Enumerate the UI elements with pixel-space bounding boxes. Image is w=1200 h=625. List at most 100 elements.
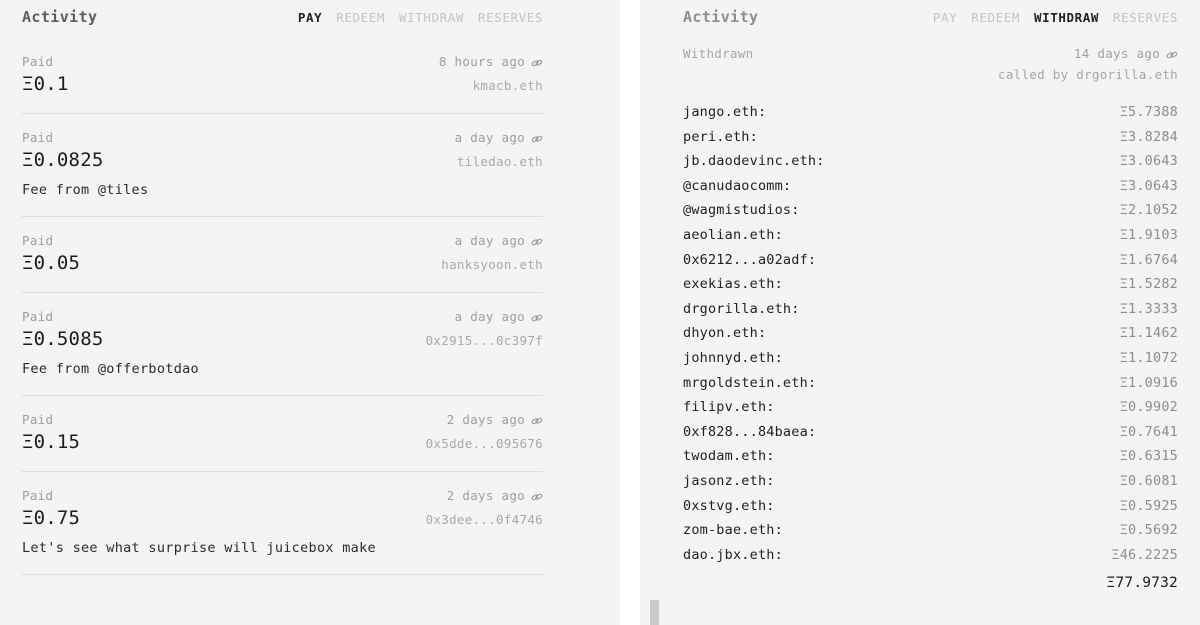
tab-pay[interactable]: PAY bbox=[933, 10, 957, 25]
payout-recipient[interactable]: johnnyd.eth: bbox=[683, 350, 783, 366]
payout-recipient[interactable]: twodam.eth: bbox=[683, 448, 775, 464]
transaction-row: Paid8 hours ago Ξ0.1kmacb.eth bbox=[22, 40, 543, 114]
payout-amount: Ξ1.0916 bbox=[1120, 375, 1178, 391]
payout-recipient[interactable]: 0xstvg.eth: bbox=[683, 498, 775, 514]
payout-amount: Ξ3.0643 bbox=[1120, 178, 1178, 194]
transaction-meta-row: Paid2 days ago bbox=[22, 488, 543, 503]
payout-amount: Ξ3.8284 bbox=[1120, 129, 1178, 145]
link-icon bbox=[531, 57, 543, 69]
payout-recipient[interactable]: drgorilla.eth: bbox=[683, 301, 800, 317]
transaction-timestamp-link[interactable]: 8 hours ago bbox=[439, 54, 543, 69]
payout-row: @canudaocomm: Ξ3.0643 bbox=[683, 178, 1178, 203]
transaction-memo: Fee from @tiles bbox=[22, 182, 543, 198]
transaction-amount-row: Ξ0.1kmacb.eth bbox=[22, 73, 543, 95]
transaction-payer[interactable]: 0x3dee...0f4746 bbox=[426, 512, 543, 527]
payout-recipient[interactable]: jango.eth: bbox=[683, 104, 766, 120]
payout-recipient[interactable]: peri.eth: bbox=[683, 129, 758, 145]
transaction-list: Paid8 hours agoΞ0.1kmacb.ethPaida day ag… bbox=[22, 40, 543, 575]
transaction-memo: Fee from @offerbotdao bbox=[22, 361, 543, 377]
payout-amount: Ξ1.1462 bbox=[1120, 325, 1178, 341]
payout-recipient[interactable]: 0xf828...84baea: bbox=[683, 424, 816, 440]
payout-row: filipv.eth:Ξ0.9902 bbox=[683, 399, 1178, 424]
payout-recipient[interactable]: aeolian.eth: bbox=[683, 227, 783, 243]
transaction-payer[interactable]: tiledao.eth bbox=[457, 154, 543, 169]
payout-row: mrgoldstein.eth: Ξ1.0916 bbox=[683, 375, 1178, 400]
payout-amount: Ξ1.5282 bbox=[1120, 276, 1178, 292]
vertical-scrollbar[interactable] bbox=[650, 0, 659, 625]
transaction-amount: Ξ0.5085 bbox=[22, 328, 103, 350]
transaction-amount: Ξ0.0825 bbox=[22, 149, 103, 171]
transaction-timestamp-link[interactable]: a day ago bbox=[455, 233, 543, 248]
payout-amount: Ξ3.0643 bbox=[1120, 153, 1178, 169]
tab-redeem[interactable]: REDEEM bbox=[336, 10, 385, 25]
payout-amount: Ξ1.1072 bbox=[1120, 350, 1178, 366]
transaction-kind-label: Paid bbox=[22, 130, 53, 145]
payout-amount: Ξ1.3333 bbox=[1120, 301, 1178, 317]
payout-row: dao.jbx.eth:Ξ46.2225 bbox=[683, 547, 1178, 572]
transaction-timestamp: 8 hours ago bbox=[439, 54, 525, 69]
tab-reserves[interactable]: RESERVES bbox=[478, 10, 543, 25]
payout-amount: Ξ0.5692 bbox=[1120, 522, 1178, 538]
transaction-payer[interactable]: 0x2915...0c397f bbox=[426, 333, 543, 348]
payout-recipient[interactable]: zom-bae.eth: bbox=[683, 522, 783, 538]
withdrawal-summary-row: Withdrawn 14 days ago bbox=[683, 46, 1178, 61]
transaction-timestamp: a day ago bbox=[455, 130, 525, 145]
payout-recipient[interactable]: 0x6212...a02adf: bbox=[683, 252, 816, 268]
transaction-timestamp-link[interactable]: 2 days ago bbox=[447, 412, 543, 427]
transaction-meta-row: Paid a day ago bbox=[22, 309, 543, 324]
tab-reserves[interactable]: RESERVES bbox=[1113, 10, 1178, 25]
payout-total-amount: Ξ77.9732 bbox=[1107, 575, 1178, 591]
tab-pay[interactable]: PAY bbox=[298, 10, 322, 25]
payout-recipient[interactable]: jb.daodevinc.eth: bbox=[683, 153, 825, 169]
transaction-timestamp-link[interactable]: a day ago bbox=[455, 130, 543, 145]
transaction-meta-row: Paid8 hours ago bbox=[22, 54, 543, 69]
payout-recipient[interactable]: exekias.eth: bbox=[683, 276, 783, 292]
payout-row: drgorilla.eth: Ξ1.3333 bbox=[683, 301, 1178, 326]
transaction-kind-label: Paid bbox=[22, 309, 53, 324]
transaction-timestamp: 2 days ago bbox=[447, 412, 525, 427]
payout-row: exekias.eth: Ξ1.5282 bbox=[683, 276, 1178, 301]
payout-recipient[interactable]: mrgoldstein.eth: bbox=[683, 375, 816, 391]
transaction-memo: Let's see what surprise will juicebox ma… bbox=[22, 540, 543, 556]
payout-recipient[interactable]: dhyon.eth: bbox=[683, 325, 766, 341]
withdraw-activity-panel: Activity PAY REDEEM WITHDRAW RESERVES Withd… bbox=[640, 0, 1200, 625]
withdrawal-timestamp: 14 days ago bbox=[1074, 46, 1160, 61]
payout-row: jasonz.eth:Ξ0.6081 bbox=[683, 473, 1178, 498]
payout-amount: Ξ1.6764 bbox=[1120, 252, 1178, 268]
link-icon bbox=[531, 312, 543, 324]
payout-amount: Ξ0.6315 bbox=[1120, 448, 1178, 464]
activity-screen: Activity PAYREDEEMWITHDRAWRESERVES Paid8… bbox=[0, 0, 1200, 625]
payout-recipient[interactable]: @canudaocomm: bbox=[683, 178, 791, 194]
payout-row: dhyon.eth: Ξ1.1462 bbox=[683, 325, 1178, 350]
withdrawal-header: Withdrawn 14 days ago called by drgorill… bbox=[683, 46, 1178, 82]
link-icon bbox=[531, 133, 543, 145]
payout-row: twodam.eth: Ξ0.6315 bbox=[683, 448, 1178, 473]
payout-row: aeolian.eth: Ξ1.9103 bbox=[683, 227, 1178, 252]
transaction-timestamp: a day ago bbox=[455, 309, 525, 324]
transaction-timestamp-link[interactable]: a day ago bbox=[455, 309, 543, 324]
left-tab-bar: PAY REDEEM WITHDRAW RESERVES bbox=[298, 10, 543, 25]
withdrawal-timestamp-link[interactable]: 14 days ago bbox=[1074, 46, 1178, 61]
left-panel-header: Activity PAYREDEEMWITHDRAWRESERVES bbox=[22, 0, 543, 30]
transaction-payer[interactable]: 0x5dde...095676 bbox=[426, 436, 543, 451]
payout-row: zom-bae.eth: Ξ0.5692 bbox=[683, 522, 1178, 547]
transaction-row: Paid2 days agoΞ0.150x5dde...095676 bbox=[22, 396, 543, 472]
payout-recipient[interactable]: dao.jbx.eth: bbox=[683, 547, 783, 563]
payout-amount: Ξ1.9103 bbox=[1120, 227, 1178, 243]
payout-recipient[interactable]: filipv.eth: bbox=[683, 399, 775, 415]
scrollbar-thumb[interactable] bbox=[650, 600, 659, 625]
payout-row: 0xf828...84baea:Ξ0.7641 bbox=[683, 424, 1178, 449]
transaction-payer[interactable]: hanksyoon.eth bbox=[441, 257, 543, 272]
transaction-amount-row: Ξ0.05hanksyoon.eth bbox=[22, 252, 543, 274]
transaction-payer[interactable]: kmacb.eth bbox=[473, 78, 543, 93]
page-title: Activity bbox=[683, 8, 758, 26]
transaction-timestamp: 2 days ago bbox=[447, 488, 525, 503]
payout-recipient[interactable]: jasonz.eth: bbox=[683, 473, 775, 489]
tab-withdraw[interactable]: WITHDRAW bbox=[399, 10, 464, 25]
transaction-timestamp-link[interactable]: 2 days ago bbox=[447, 488, 543, 503]
transaction-amount: Ξ0.15 bbox=[22, 431, 80, 453]
transaction-row: Paid2 days agoΞ0.750x3dee...0f4746Let's … bbox=[22, 472, 543, 575]
tab-withdraw[interactable]: WITHDRAW bbox=[1034, 10, 1099, 25]
tab-redeem[interactable]: REDEEM bbox=[971, 10, 1020, 25]
payout-recipient[interactable]: @wagmistudios: bbox=[683, 202, 800, 218]
